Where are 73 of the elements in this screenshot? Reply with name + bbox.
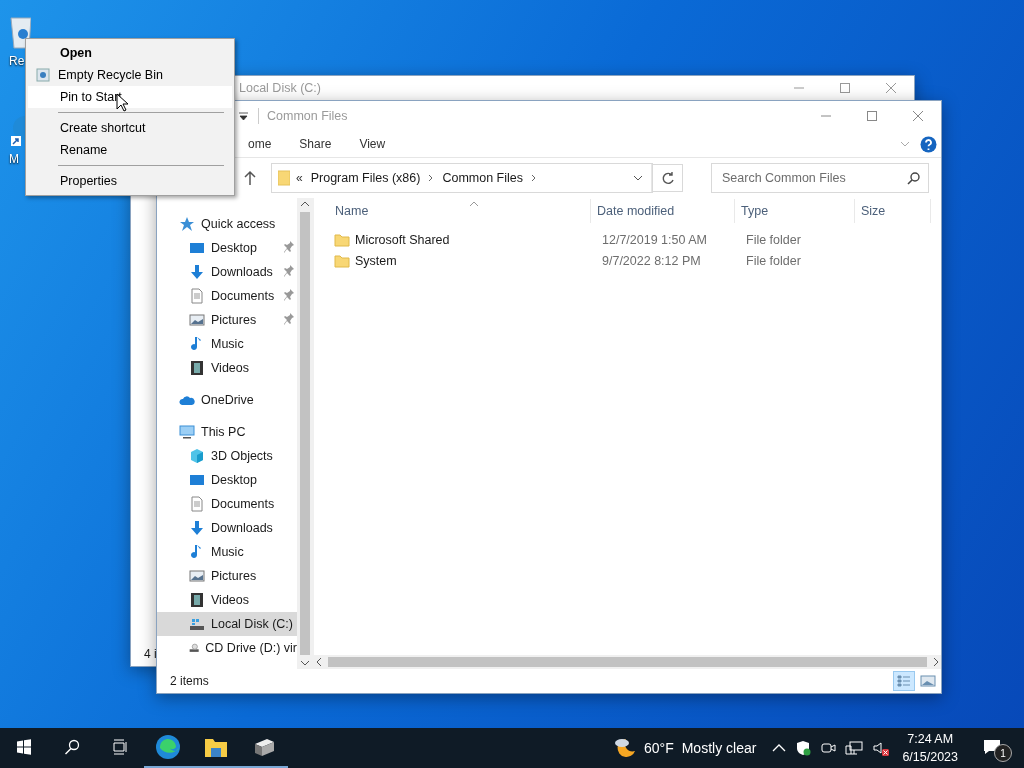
column-header[interactable]: Date modified (591, 199, 735, 223)
tree-item[interactable]: Downloads (157, 516, 297, 540)
tree-item[interactable]: Music (157, 540, 297, 564)
ribbon-tab[interactable]: Share (285, 131, 346, 157)
tree-item-label: Quick access (201, 217, 276, 231)
tree-item-label: Downloads (211, 521, 273, 535)
tree-item[interactable]: This PC (157, 420, 297, 444)
tree-item[interactable]: Local Disk (C:) (157, 612, 297, 636)
address-bar[interactable]: « Program Files (x86) Common Files (271, 163, 653, 193)
search-box[interactable]: Search Common Files (711, 163, 929, 193)
weather-text: Mostly clear (681, 740, 757, 756)
ribbon-tab[interactable]: View (345, 131, 400, 157)
menu-item[interactable]: Create shortcut (28, 117, 232, 139)
tree-item-label: This PC (201, 425, 246, 439)
column-header[interactable]: Name (329, 199, 591, 223)
tree-item[interactable]: Quick access (157, 212, 297, 236)
window-title: Local Disk (C:) (238, 81, 322, 95)
tree-item[interactable]: Music (157, 332, 297, 356)
tree-item[interactable]: Documents (157, 492, 297, 516)
tree-item-label: Desktop (211, 241, 257, 255)
column-header[interactable]: Size (855, 199, 931, 223)
window-title: Common Files (266, 109, 349, 123)
table-cell-text: File folder (745, 253, 802, 268)
column-header[interactable]: Type (735, 199, 855, 223)
file-name[interactable]: System (334, 253, 596, 268)
tree-item-label: Documents (211, 289, 275, 303)
menu-item-label: Rename (59, 143, 108, 157)
ribbon-tab[interactable]: ome (234, 131, 286, 157)
menu-item[interactable]: Open (28, 42, 232, 64)
tree-item[interactable]: CD Drive (D:) vir (157, 636, 297, 660)
tree-item-label: OneDrive (201, 393, 254, 407)
tree-item-label: CD Drive (D:) vir (205, 641, 297, 655)
menu-item-label: Properties (59, 174, 117, 188)
tree-item[interactable]: OneDrive (157, 388, 297, 412)
tree-item-label: Desktop (211, 473, 257, 487)
tree-item-label: Videos (211, 593, 249, 607)
table-cell-text: 9/7/2022 8:12 PM (601, 253, 702, 268)
tree-item[interactable]: Documents (157, 284, 297, 308)
menu-item[interactable]: Properties (28, 170, 232, 192)
overflow-chevron[interactable]: « (296, 171, 303, 185)
tree-item[interactable]: Pictures (157, 564, 297, 588)
menu-item[interactable]: Rename (28, 139, 232, 161)
tree-item-label: Videos (211, 361, 249, 375)
clock[interactable]: 7:24 AM 6/15/2023 (894, 730, 966, 766)
breadcrumb-item[interactable]: Program Files (x86) (308, 171, 423, 185)
tree-item-label: Local Disk (C:) (211, 617, 293, 631)
breadcrumb-item[interactable]: Common Files (440, 171, 525, 185)
tree-item-label: Documents (211, 497, 275, 511)
tree-item[interactable]: Downloads (157, 260, 297, 284)
tree-item-label: Downloads (211, 265, 273, 279)
tree-item[interactable]: Videos (157, 356, 297, 380)
tree-item-label: Pictures (211, 313, 257, 327)
tree-item-label: 3D Objects (211, 449, 273, 463)
tree-item-label: Pictures (211, 569, 257, 583)
table-cell-text: File folder (745, 232, 802, 247)
status-text: 2 items (170, 674, 209, 688)
tree-item-label: Music (211, 545, 244, 559)
temperature-text: 60°F (643, 740, 674, 756)
menu-item-label: Empty Recycle Bin (58, 68, 163, 82)
tree-item[interactable]: Videos (157, 588, 297, 612)
menu-item-label: Open (59, 46, 92, 60)
table-cell-text: 12/7/2019 1:50 AM (601, 232, 708, 247)
file-name[interactable]: Microsoft Shared (334, 232, 596, 247)
menu-item-label: Create shortcut (59, 121, 146, 135)
status-text: 4 i (144, 647, 157, 661)
tree-item-label: Music (211, 337, 244, 351)
menu-item[interactable]: Empty Recycle Bin (28, 64, 232, 86)
notification-count: 1 (994, 744, 1012, 762)
tree-item[interactable]: Desktop (157, 468, 297, 492)
notification-button[interactable]: 1 (968, 728, 1016, 768)
tree-item[interactable]: Pictures (157, 308, 297, 332)
tree-item[interactable]: Desktop (157, 236, 297, 260)
tree-item[interactable]: 3D Objects (157, 444, 297, 468)
